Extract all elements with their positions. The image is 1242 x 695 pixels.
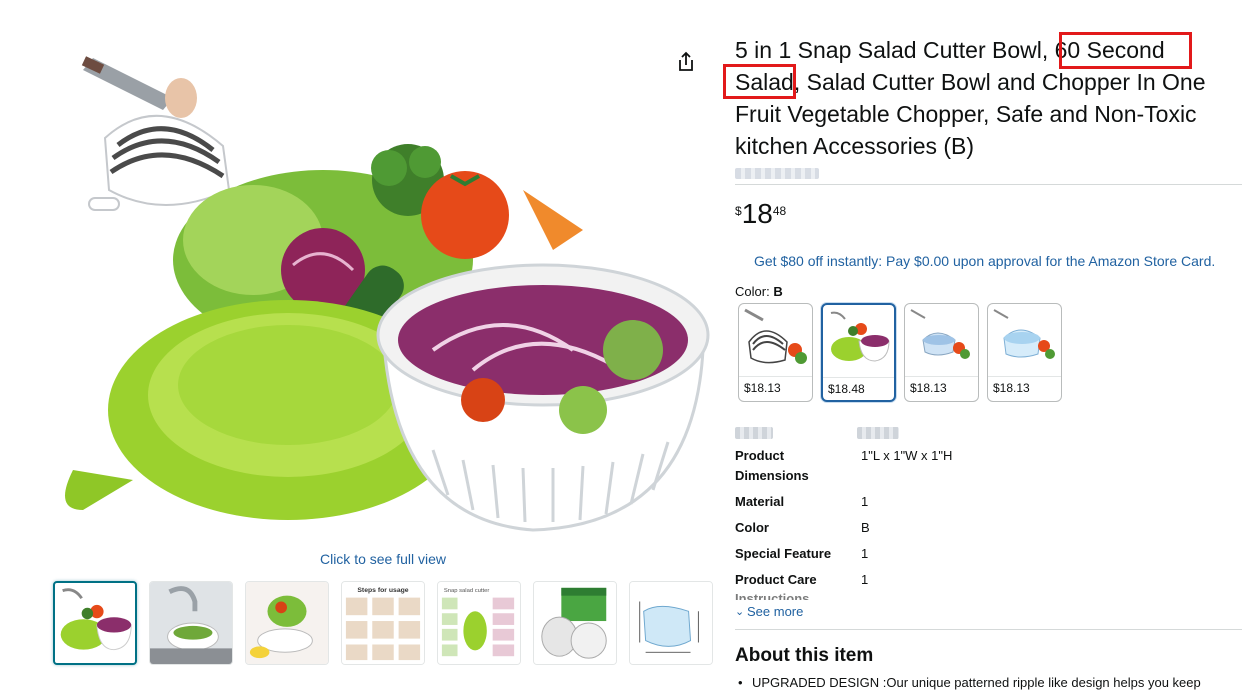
thumbnail-bowl-with-vegetables[interactable] [53, 581, 137, 665]
divider [823, 377, 894, 378]
swatch-price: $18.13 [993, 381, 1030, 395]
thumbnail-tossing-salad[interactable] [245, 581, 329, 665]
full-view-link[interactable]: Click to see full view [53, 551, 713, 567]
feature-bullet: • UPGRADED DESIGN :Our unique patterned r… [738, 675, 1238, 690]
main-product-image[interactable] [53, 50, 713, 540]
thumbnail-image [246, 582, 328, 664]
divider [739, 376, 812, 377]
highlight-box [1059, 32, 1192, 69]
feature-bullet-text: UPGRADED DESIGN :Our unique patterned ri… [752, 675, 1201, 690]
store-card-promo-link[interactable]: Get $80 off instantly: Pay $0.00 upon ap… [754, 253, 1215, 269]
title-text-before: 5 in 1 Snap Salad Cutter Bowl, [735, 37, 1049, 63]
thumbnail-washing-in-sink[interactable] [149, 581, 233, 665]
color-swatch-option[interactable]: $18.13 [904, 303, 979, 402]
blurred-brand-link [735, 168, 819, 179]
blurred-spec-value [857, 427, 899, 439]
color-swatch-option[interactable]: $18.13 [738, 303, 813, 402]
color-label: Color: B [735, 284, 783, 299]
divider [735, 184, 1242, 185]
product-price: $1848 [735, 198, 786, 230]
thumb-caption: Steps for usage [357, 587, 408, 594]
share-icon[interactable] [676, 51, 696, 73]
see-more-label: See more [747, 604, 804, 619]
thumbnail-product-box[interactable] [533, 581, 617, 665]
price-whole: 18 [741, 198, 773, 229]
swatch-price: $18.13 [910, 381, 947, 395]
price-symbol: $ [735, 204, 742, 218]
price-fraction: 48 [772, 204, 787, 218]
spec-value-color: B [861, 520, 870, 535]
swatch-image [910, 309, 970, 359]
highlight-box [723, 64, 796, 99]
spec-value-product-dimensions: 1"L x 1"W x 1"H [861, 448, 953, 463]
swatch-price: $18.48 [828, 382, 865, 396]
thumb-caption: Snap salad cutter [444, 588, 490, 594]
divider [735, 629, 1242, 630]
spec-key-product-care: Product Care [735, 572, 817, 587]
title-text-after: , Salad Cutter Bowl and Chopper In One F… [735, 69, 1206, 159]
thumbnail-dimensions-diagram[interactable] [629, 581, 713, 665]
spec-key-product-dimensions: Product Dimensions [735, 448, 809, 483]
thumbnail-steps-for-usage[interactable]: Steps for usage [341, 581, 425, 665]
blurred-spec-key [735, 427, 773, 439]
spec-value-product-care: 1 [861, 572, 869, 587]
color-swatch-option[interactable]: $18.13 [987, 303, 1062, 402]
chevron-down-icon: ⌄ [735, 606, 745, 618]
spec-key-color: Color [735, 520, 769, 535]
salad-bowl-illustration [65, 56, 710, 532]
thumbnail-image [150, 582, 232, 664]
divider [988, 376, 1061, 377]
spec-value-special-feature: 1 [861, 546, 869, 561]
color-swatch-option-selected[interactable]: $18.48 [821, 303, 896, 402]
color-label-text: Color: [735, 284, 770, 299]
swatch-image [993, 309, 1055, 359]
thumbnail-image [534, 582, 616, 664]
spec-key-cutoff: Instructions [735, 592, 810, 600]
thumbnail-image [630, 582, 712, 664]
spec-value-material: 1 [861, 494, 869, 509]
thumbnail-image: Snap salad cutter [438, 582, 520, 664]
see-more-link[interactable]: ⌄ See more [735, 604, 803, 619]
swatch-image [830, 311, 890, 362]
bullet-dot: • [738, 675, 743, 690]
divider [905, 376, 978, 377]
swatch-price: $18.13 [744, 381, 781, 395]
inset-knife-cutting [81, 56, 231, 211]
swatch-image [744, 308, 807, 364]
thumbnail-image: Steps for usage [342, 582, 424, 664]
thumbnail-image [60, 588, 132, 651]
color-value: B [773, 284, 783, 299]
spec-key-material: Material [735, 494, 785, 509]
about-this-item-heading: About this item [735, 645, 874, 666]
spec-key-special-feature: Special Feature [735, 546, 832, 561]
thumbnail-snap-salad-cutter-features[interactable]: Snap salad cutter [437, 581, 521, 665]
